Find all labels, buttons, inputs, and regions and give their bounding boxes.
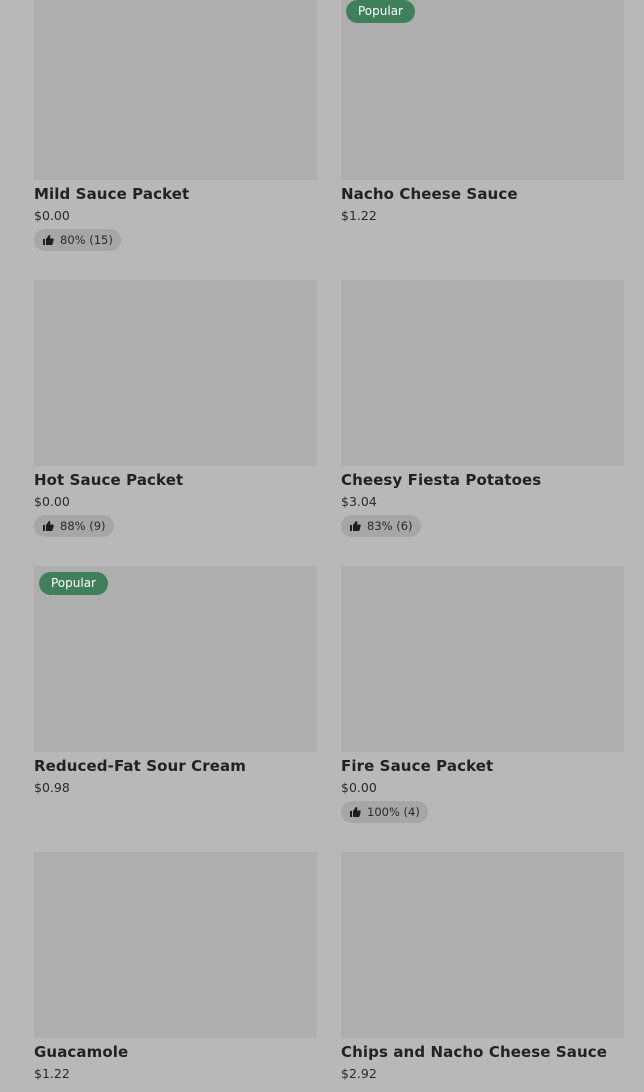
rating-badge: 88% (9): [34, 515, 114, 537]
item-name: Cheesy Fiesta Potatoes: [341, 471, 542, 489]
rating-badge: 100% (4): [341, 801, 428, 823]
rating-text: 100% (4): [367, 805, 420, 819]
item-name: Hot Sauce Packet: [34, 471, 184, 489]
item-price: $3.04: [341, 494, 377, 509]
rating-text: 83% (6): [367, 519, 413, 533]
item-price: $0.98: [34, 780, 70, 795]
item-image[interactable]: [34, 852, 317, 1038]
item-name: Reduced-Fat Sour Cream: [34, 757, 246, 775]
menu-item-card[interactable]: Hot Sauce Packet $0.00 88% (9): [34, 280, 318, 537]
thumbs-up-icon: [350, 521, 361, 531]
item-image[interactable]: [341, 566, 624, 752]
item-price: $0.00: [34, 208, 70, 223]
menu-item-card[interactable]: Guacamole $1.22: [34, 852, 318, 1083]
item-price: $1.22: [341, 208, 377, 223]
item-image[interactable]: Popular: [34, 566, 317, 752]
menu-item-card[interactable]: Popular Nacho Cheese Sauce $1.22: [341, 0, 625, 225]
item-image[interactable]: [341, 852, 624, 1038]
item-name: Chips and Nacho Cheese Sauce: [341, 1043, 608, 1061]
item-price: $0.00: [34, 494, 70, 509]
thumbs-up-icon: [43, 235, 54, 245]
menu-item-card[interactable]: Fire Sauce Packet $0.00 100% (4): [341, 566, 625, 823]
rating-text: 80% (15): [60, 233, 113, 247]
popular-badge: Popular: [39, 572, 108, 595]
menu-item-card[interactable]: Popular Reduced-Fat Sour Cream $0.98: [34, 566, 318, 797]
menu-item-card[interactable]: Mild Sauce Packet $0.00 80% (15): [34, 0, 318, 251]
item-name: Mild Sauce Packet: [34, 185, 190, 203]
rating-badge: 80% (15): [34, 229, 121, 251]
menu-item-card[interactable]: Chips and Nacho Cheese Sauce $2.92: [341, 852, 625, 1083]
popular-badge: Popular: [346, 0, 415, 23]
item-price: $2.92: [341, 1066, 377, 1081]
menu-item-card[interactable]: Cheesy Fiesta Potatoes $3.04 83% (6): [341, 280, 625, 537]
thumbs-up-icon: [350, 807, 361, 817]
item-name: Nacho Cheese Sauce: [341, 185, 518, 203]
item-image[interactable]: [34, 280, 317, 466]
rating-text: 88% (9): [60, 519, 106, 533]
item-image[interactable]: [341, 280, 624, 466]
thumbs-up-icon: [43, 521, 54, 531]
rating-badge: 83% (6): [341, 515, 421, 537]
item-price: $0.00: [341, 780, 377, 795]
item-image[interactable]: [34, 0, 317, 180]
item-price: $1.22: [34, 1066, 70, 1081]
item-name: Guacamole: [34, 1043, 129, 1061]
item-name: Fire Sauce Packet: [341, 757, 494, 775]
item-image[interactable]: Popular: [341, 0, 624, 180]
